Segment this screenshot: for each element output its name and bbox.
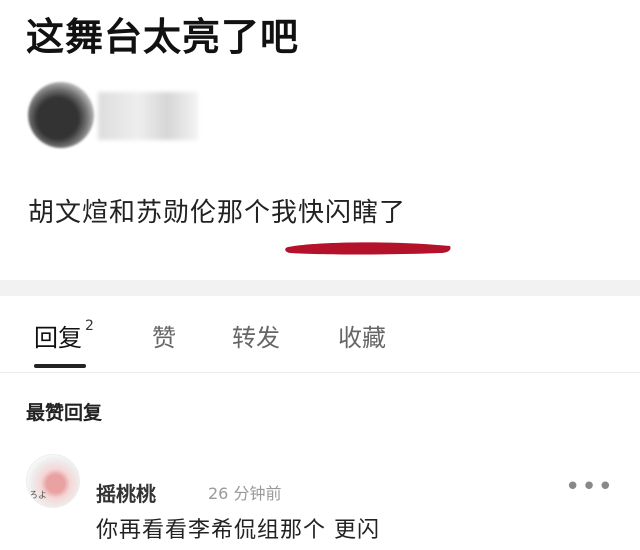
tab-favorites-label: 收藏 (338, 324, 386, 352)
section-separator (0, 280, 640, 296)
active-tab-indicator (34, 364, 86, 368)
author-info[interactable] (18, 78, 198, 156)
red-underline-annotation (285, 242, 451, 255)
tab-likes-label: 赞 (152, 324, 176, 352)
top-replies-heading: 最赞回复 (26, 402, 103, 424)
post-title: 这舞台太亮了吧 (26, 15, 300, 59)
avatar-tag-text: ろよ (29, 491, 48, 501)
author-name-redacted[interactable] (98, 92, 198, 140)
tab-replies[interactable]: 回复 2 (34, 318, 94, 353)
tab-favorites[interactable]: 收藏 (338, 318, 386, 353)
more-horizontal-icon[interactable]: ••• (565, 474, 614, 500)
tab-replies-label: 回复 (34, 324, 82, 352)
tab-reposts-label: 转发 (232, 324, 280, 352)
comment-timestamp: 26 分钟前 (208, 484, 282, 503)
tab-reposts[interactable]: 转发 (232, 318, 280, 353)
tab-bar: 回复 2 赞 转发 收藏 (0, 296, 640, 373)
comment-item[interactable]: ろよ 摇桃桃 26 分钟前 ••• 你再看看李希侃组那个 更闪 (0, 448, 640, 550)
avatar[interactable] (28, 82, 94, 148)
tab-likes[interactable]: 赞 (152, 318, 176, 353)
comment-avatar[interactable]: ろよ (26, 454, 80, 508)
post-body-text: 胡文煊和苏勋伦那个我快闪瞎了 (28, 198, 407, 228)
tab-replies-count: 2 (85, 318, 94, 334)
comment-text: 你再看看李希侃组那个 更闪 (96, 518, 380, 543)
comment-username[interactable]: 摇桃桃 (96, 478, 156, 507)
